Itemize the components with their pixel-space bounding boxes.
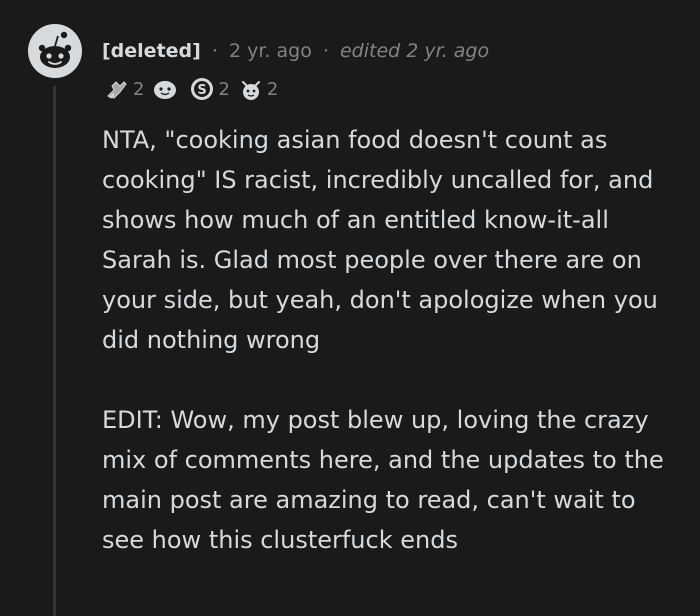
header-separator-2: · [322, 40, 329, 62]
avatar[interactable] [28, 24, 82, 78]
comment-paragraph-1: NTA, "cooking asian food doesn't count a… [102, 126, 658, 354]
comment-header: [deleted] · 2 yr. ago · edited 2 yr. ago [102, 38, 489, 64]
comment-author[interactable]: [deleted] [102, 40, 201, 62]
award-cheering-count: 2 [266, 78, 279, 100]
svg-text:S: S [198, 83, 207, 98]
wholesome-award-icon [154, 81, 177, 99]
snoo-avatar-icon [28, 24, 82, 78]
award-silver-count: 2 [218, 78, 230, 100]
award-wholesome[interactable] [152, 76, 181, 102]
silver-award-icon: S [191, 78, 214, 100]
award-helpful[interactable]: 2 [104, 76, 144, 102]
comment-body: NTA, "cooking asian food doesn't count a… [102, 120, 682, 560]
thread-line[interactable] [53, 86, 56, 616]
comment-paragraph-2: EDIT: Wow, my post blew up, loving the c… [102, 406, 664, 554]
cheering-award-icon [241, 81, 260, 100]
award-silver[interactable]: S 2 [189, 76, 230, 102]
comment-timestamp[interactable]: 2 yr. ago [229, 40, 312, 62]
award-cheering[interactable]: 2 [238, 76, 278, 102]
awards-row[interactable]: 2 S 2 2 [104, 76, 286, 102]
helpful-hand-award-icon [107, 81, 127, 99]
award-helpful-count: 2 [133, 78, 145, 100]
edited-label: edited 2 yr. ago [339, 40, 490, 62]
header-separator: · [211, 40, 218, 62]
